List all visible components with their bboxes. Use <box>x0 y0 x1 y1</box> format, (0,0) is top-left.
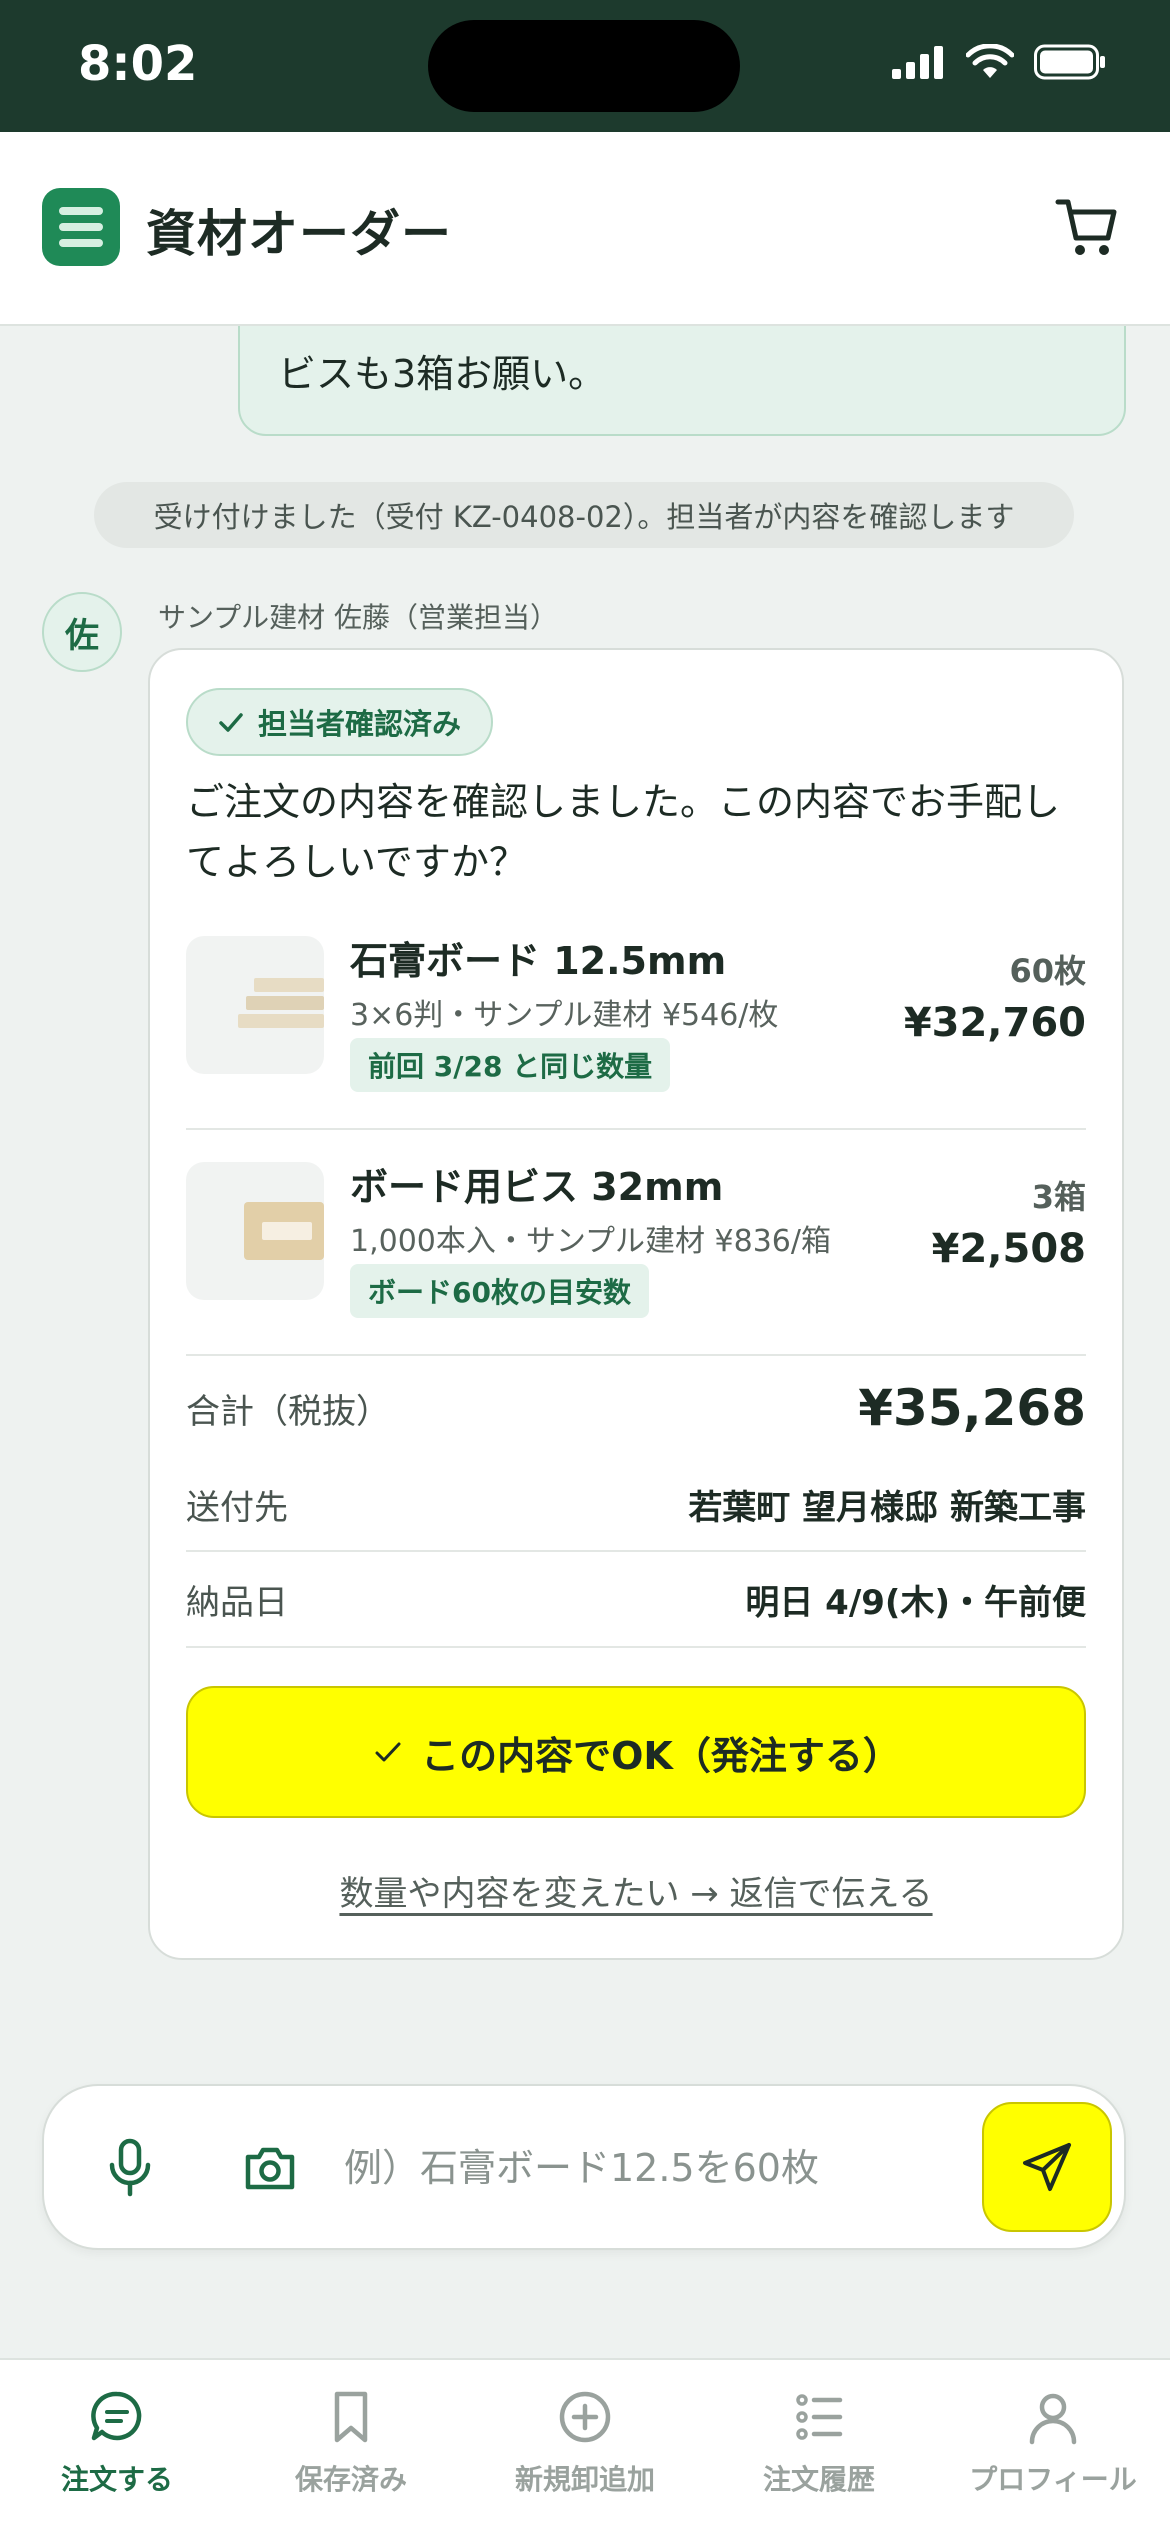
item-name: ボード用ビス 32mm <box>350 1165 724 1209</box>
item-price: ¥2,508 <box>931 1226 1086 1272</box>
camera-button[interactable] <box>240 2138 300 2198</box>
nav-item-saved[interactable]: 保存済み <box>234 2360 468 2532</box>
message-input[interactable] <box>344 2130 984 2206</box>
check-icon <box>219 713 243 732</box>
battery-icon <box>1034 44 1105 80</box>
delivery-value: 明日 4/9(木)・午前便 <box>745 1582 1086 1623</box>
item-tag: ボード60枚の目安数 <box>350 1264 649 1318</box>
check-icon <box>375 1742 401 1762</box>
order-item: ボード用ビス 32mm 1,000本入・サンプル建材 ¥836/箱 ボード60枚… <box>186 1132 1086 1356</box>
status-badge: 担当者確認済み <box>186 688 494 756</box>
chat-icon <box>91 2391 142 2441</box>
signal-icon <box>892 46 943 79</box>
item-spec: 1,000本入・サンプル建材 ¥836/箱 <box>350 1224 831 1259</box>
send-icon <box>1023 2143 1071 2191</box>
nav-label: 保存済み <box>294 2463 407 2496</box>
nav-label: 注文する <box>60 2463 173 2496</box>
person-icon <box>1029 2393 1077 2445</box>
screw-box-thumbnail <box>186 1162 324 1300</box>
mic-button[interactable] <box>100 2136 160 2200</box>
user-message-bubble: ビスも3箱お願い。 <box>238 326 1126 436</box>
item-spec: 3×6判・サンプル建材 ¥546/枚 <box>350 998 779 1033</box>
order-confirmation-card: 担当者確認済み ご注文の内容を確認しました。この内容でお手配してよろしいですか？… <box>148 648 1124 1960</box>
total-label: 合計（税抜） <box>186 1391 390 1432</box>
send-button[interactable] <box>982 2102 1112 2232</box>
dynamic-island <box>428 20 740 112</box>
nav-label: 注文履歴 <box>762 2463 875 2496</box>
list-icon <box>796 2394 843 2440</box>
sender-name: サンプル建材 佐藤（営業担当） <box>158 601 559 634</box>
status-time: 8:02 <box>78 36 198 92</box>
destination-value: 若葉町 望月様邸 新築工事 <box>688 1487 1086 1528</box>
item-quantity: 3箱 <box>1031 1178 1086 1216</box>
confirm-order-button[interactable]: この内容でOK（発注する） <box>186 1686 1086 1818</box>
card-message: ご注文の内容を確認しました。この内容でお手配してよろしいですか？ <box>186 780 1061 884</box>
bottom-nav: 注文する 保存済み 新規卸追加 注文履歴 プロフィール <box>0 2358 1170 2532</box>
order-item: 石膏ボード 12.5mm 3×6判・サンプル建材 ¥546/枚 前回 3/28 … <box>186 906 1086 1130</box>
destination-row: 送付先 若葉町 望月様邸 新築工事 <box>186 1458 1086 1552</box>
bookmark-icon <box>334 2391 368 2443</box>
mic-icon <box>109 2138 151 2197</box>
nav-item-history[interactable]: 注文履歴 <box>702 2360 936 2532</box>
wifi-icon <box>966 44 1014 78</box>
avatar: 佐 <box>42 592 122 672</box>
message-composer <box>42 2084 1126 2250</box>
status-icons <box>892 44 1106 80</box>
status-badge-label: 担当者確認済み <box>258 707 462 741</box>
user-message-text: ビスも3箱お願い。 <box>278 352 607 396</box>
system-note: 受け付けました（受付 KZ-0408-02）。担当者が内容を確認します <box>94 482 1074 548</box>
nav-label: プロフィール <box>969 2463 1137 2496</box>
nav-item-profile[interactable]: プロフィール <box>936 2360 1170 2532</box>
chat-thread[interactable]: ビスも3箱お願い。 受け付けました（受付 KZ-0408-02）。担当者が内容を… <box>0 326 1170 2066</box>
delivery-row: 納品日 明日 4/9(木)・午前便 <box>186 1552 1086 1648</box>
delivery-label: 納品日 <box>186 1582 288 1623</box>
change-order-link[interactable]: 数量や内容を変えたい → 返信で伝える <box>186 1866 1086 1915</box>
item-quantity: 60枚 <box>1009 952 1086 990</box>
total-row: 合計（税抜） ¥35,268 <box>186 1358 1086 1458</box>
gypsum-board-thumbnail <box>186 936 324 1074</box>
nav-label: 新規卸追加 <box>514 2463 655 2496</box>
status-bar: 8:02 <box>0 0 1170 132</box>
item-name: 石膏ボード 12.5mm <box>350 939 727 983</box>
nav-item-add-supplier[interactable]: 新規卸追加 <box>468 2360 702 2532</box>
app-title: 資材オーダー <box>146 205 452 263</box>
item-price: ¥32,760 <box>903 1000 1086 1046</box>
plus-circle-icon <box>559 2391 611 2443</box>
nav-item-order[interactable]: 注文する <box>0 2360 234 2532</box>
destination-label: 送付先 <box>186 1487 288 1528</box>
app-header: 資材オーダー <box>0 132 1170 326</box>
camera-icon <box>245 2147 295 2190</box>
confirm-order-label: この内容でOK（発注する） <box>421 1733 901 1778</box>
item-tag: 前回 3/28 と同じ数量 <box>350 1038 671 1092</box>
cart-icon[interactable] <box>1054 194 1120 260</box>
menu-logo-icon[interactable] <box>42 188 120 266</box>
total-value: ¥35,268 <box>858 1379 1086 1437</box>
